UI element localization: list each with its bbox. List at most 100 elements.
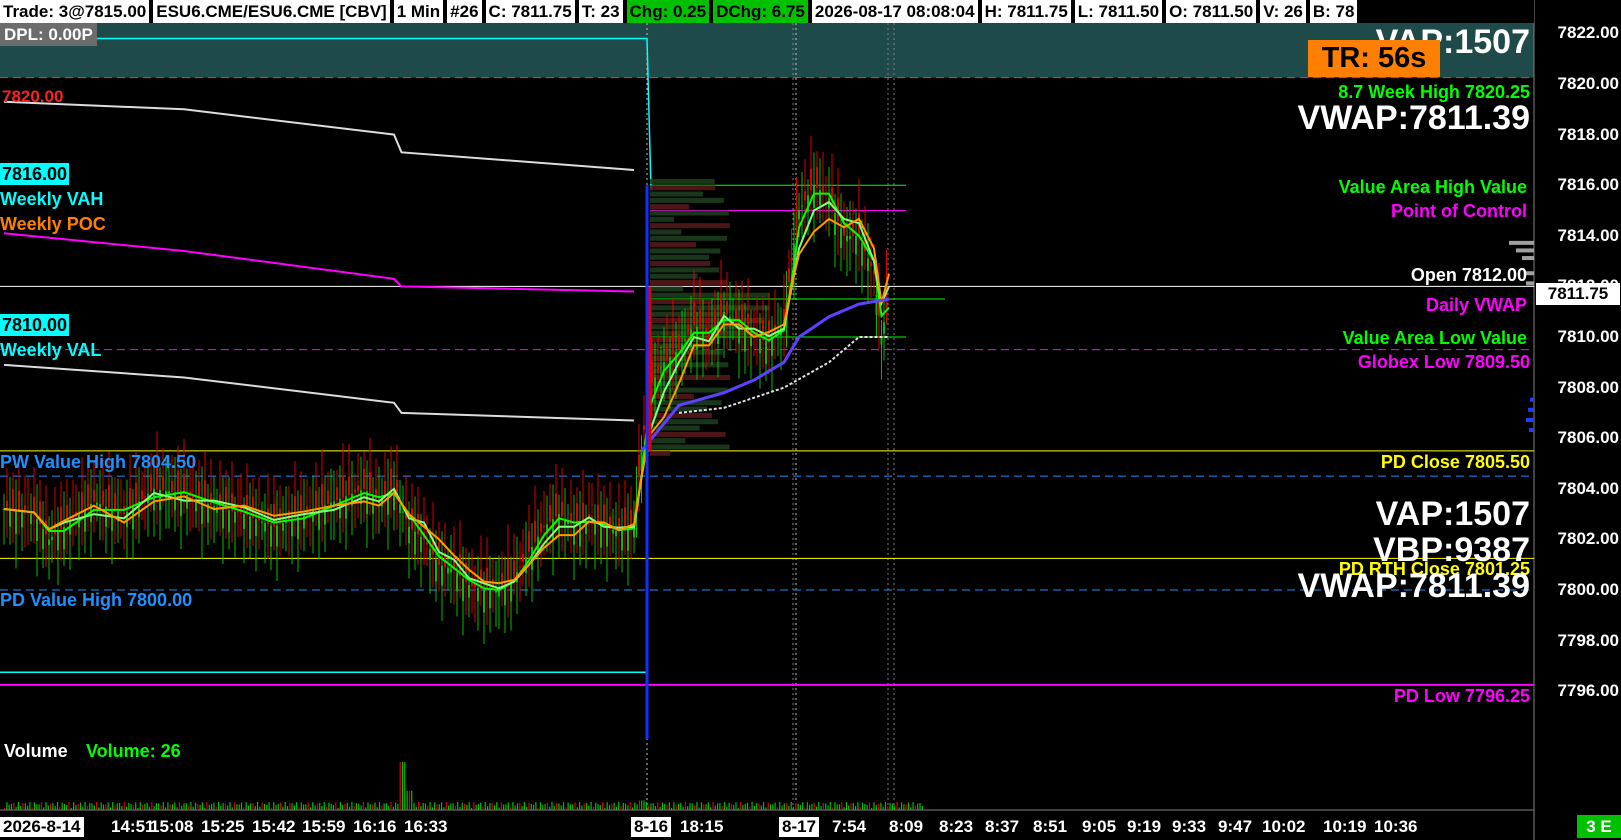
volume-bar [215,806,217,810]
candle-body [456,572,458,592]
volume-bar [252,803,254,810]
candle-body [168,491,170,494]
volume-profile-bar-39 [650,204,690,210]
candle-body [519,566,521,568]
volume-bar [399,762,401,810]
volume-bar [183,803,185,810]
header-symbol[interactable]: ESU6.CME/ESU6.CME [CBV] [153,0,390,23]
candle-body [699,309,701,330]
candle-body [21,512,23,528]
volume-bar [815,806,818,810]
volume-bar [583,803,585,810]
volume-bar [864,803,866,810]
volume-bar [82,806,84,810]
volume-bar [535,802,537,810]
volume-bar [774,802,776,810]
volume-bar [142,804,144,810]
candle-body [765,341,767,364]
volume-bar [719,803,721,810]
ma-medium-line [3,200,890,590]
header-bid: B: 78 [1309,0,1358,23]
volume-bar [602,802,604,810]
volume-bar [629,802,631,810]
volume-bar [98,807,100,810]
volume-bar [470,807,473,810]
volume-bar [50,803,52,810]
volume-bar [176,807,178,810]
candle-body [354,489,356,493]
volume-bar [43,807,45,810]
volume-bar [422,803,424,810]
volume-bar [91,803,93,810]
volume-bar [227,805,229,810]
volume-bar [917,803,919,810]
volume-bar [257,802,259,810]
volume-bar [167,802,169,810]
volume-bar [447,805,450,810]
volume-bar [284,802,286,810]
volume-bar [797,803,799,810]
candle-body [12,489,14,511]
candle-body [408,526,410,544]
volume-bar [330,803,332,810]
volume-bar [852,803,854,810]
price-tick-label: 7816.00 [1557,175,1619,195]
volume-bar [675,804,677,810]
right-profile-bar-0 [1509,240,1534,245]
volume-bar [151,802,153,810]
volume-bar [756,803,758,810]
volume-bar [289,803,291,810]
volume-bar [178,802,180,810]
volume-bar [376,807,378,810]
volume-bar [270,807,272,810]
open-level-label: Open 7812.00 [1410,265,1527,285]
corner-badge[interactable]: 3 E [1577,815,1621,838]
volume-bar [420,806,422,810]
candle-body [54,522,56,535]
volume-bar [861,802,864,810]
price-tick-label: 7822.00 [1557,23,1619,43]
volume-bar [848,805,850,810]
volume-bar [374,802,376,810]
candle-body [849,235,851,240]
volume-bar [312,802,314,810]
volume-bar [22,803,24,810]
trading-chart-window: Trade: 3@7815.00 ESU6.CME/ESU6.CME [CBV] 1… [0,0,1621,840]
volume-profile-bar-0 [650,450,670,456]
level-7820-label: 7820.00 [2,87,64,106]
candle-body [468,584,470,598]
volume-bar [585,803,588,810]
volume-bar [390,802,392,810]
volume-bar [321,806,323,810]
volume-bar [8,804,10,810]
volume-bar [884,802,887,810]
header-interval[interactable]: 1 Min [393,0,444,23]
candle-body [384,481,386,497]
volume-bar [144,803,146,810]
candle-body [282,522,284,531]
globex-low-label: Globex Low 7809.50 [1357,352,1530,372]
candle-body [114,493,116,511]
volume-bar [427,805,429,810]
volume-bar [898,807,900,810]
time-tick-label: 15:42 [252,817,296,836]
volume-bar [450,803,452,810]
volume-bar [512,802,514,810]
candle-body [790,257,793,262]
header-close: C: 7811.75 [485,0,575,23]
volume-bar [441,802,443,810]
volume-bar [641,800,643,810]
weekly-val-curve [3,363,635,422]
volume-bar [836,804,838,810]
volume-bar [346,802,348,810]
volume-bar [477,803,479,810]
volume-bar [116,803,118,810]
volume-bar [240,802,243,810]
header-datetime: 2026-08-17 08:08:04 [811,0,978,23]
volume-bar [89,803,91,810]
volume-bar [726,806,728,810]
volume-bar [339,802,341,810]
volume-profile-bar-36 [650,223,730,229]
time-tick-label: 8-17 [779,817,820,837]
volume-bar [845,802,847,810]
